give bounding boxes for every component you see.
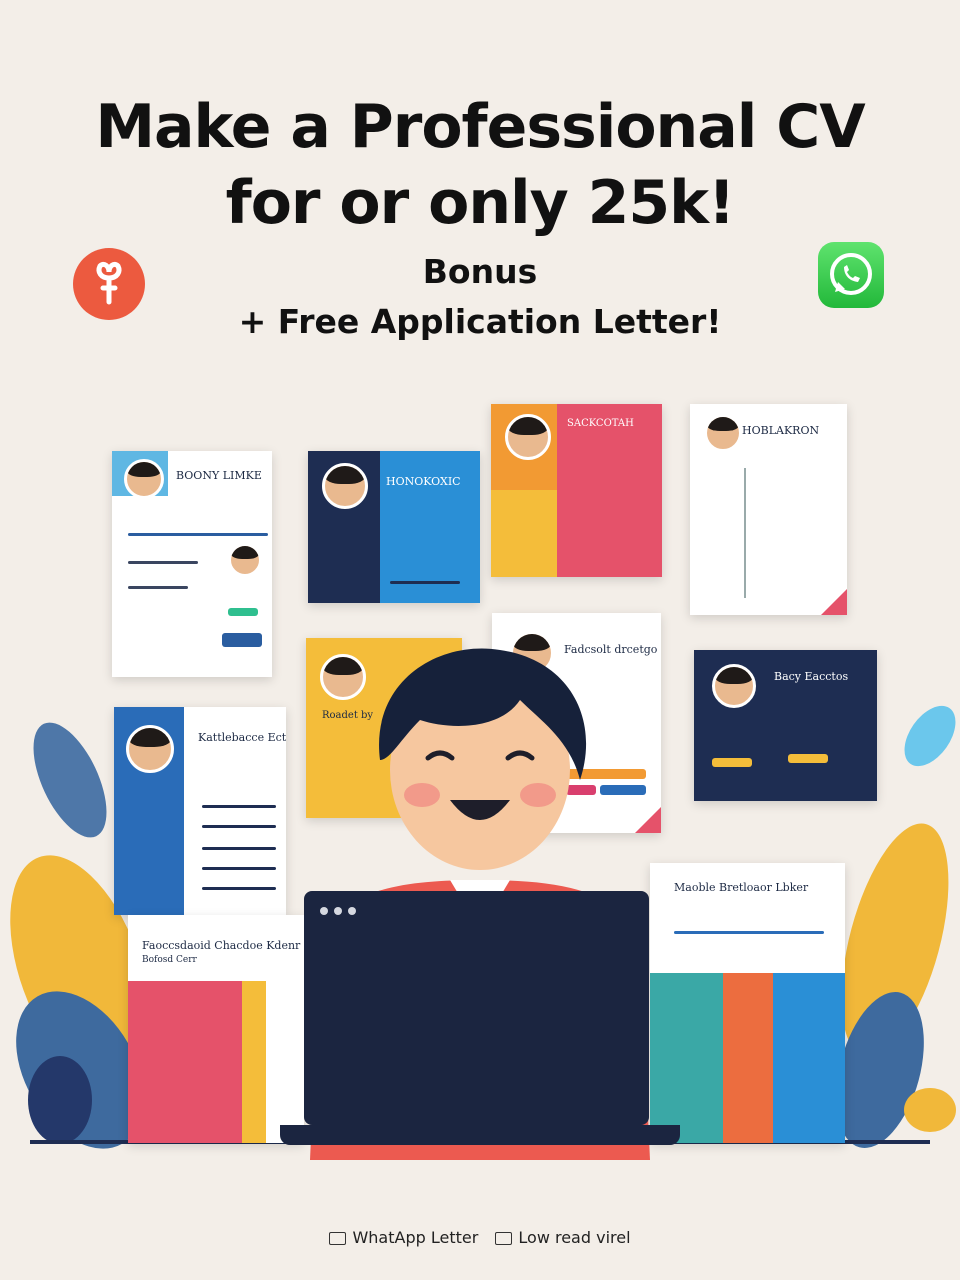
card-title: Maoble Bretloaor Lbker — [674, 881, 809, 894]
illustration-scene: BOONY LIMKE HONOKOXIC SACKCOTAH HOBLAKRO… — [0, 380, 960, 1180]
mail-icon — [329, 1232, 347, 1245]
cv-card: Kattlebacce Ectluns — [114, 707, 286, 915]
card-title: Bacy Eacctos — [774, 670, 849, 683]
laptop-base — [280, 1125, 680, 1145]
card-title: HOBLAKRON — [742, 424, 820, 437]
card-title: BOONY LIMKE — [176, 469, 262, 482]
card-title: SACKCOTAH — [567, 418, 634, 429]
card-title: HONOKOXIC — [386, 475, 461, 488]
card-subtitle: Bofosd Cerr — [142, 955, 197, 965]
cv-card: HOBLAKRON — [690, 404, 847, 615]
footer-item-whatsapp[interactable]: WhatApp Letter — [329, 1228, 478, 1247]
cv-card: Bacy Eacctos — [694, 650, 877, 801]
app-logo-icon[interactable] — [73, 248, 145, 320]
card-title: Faoccsdaoid Chacdoe Kdenr — [142, 939, 301, 952]
mail-icon — [495, 1232, 513, 1245]
cv-card: HONOKOXIC — [308, 451, 480, 603]
footer-item-read[interactable]: Low read virel — [495, 1228, 631, 1247]
headline-line-2: for or only 25k! — [225, 168, 736, 238]
whatsapp-icon[interactable] — [818, 242, 884, 308]
cv-card: Faoccsdaoid Chacdoe Kdenr Bofosd Cerr — [128, 915, 304, 1143]
cv-card: SACKCOTAH — [491, 404, 662, 577]
cv-card: BOONY LIMKE — [112, 451, 272, 677]
card-title: Kattlebacce Ectluns — [198, 731, 286, 744]
laptop-icon — [304, 891, 649, 1125]
headline-line-1: Make a Professional CV — [95, 92, 865, 162]
footer: WhatApp Letter Low read virel — [0, 1228, 960, 1247]
